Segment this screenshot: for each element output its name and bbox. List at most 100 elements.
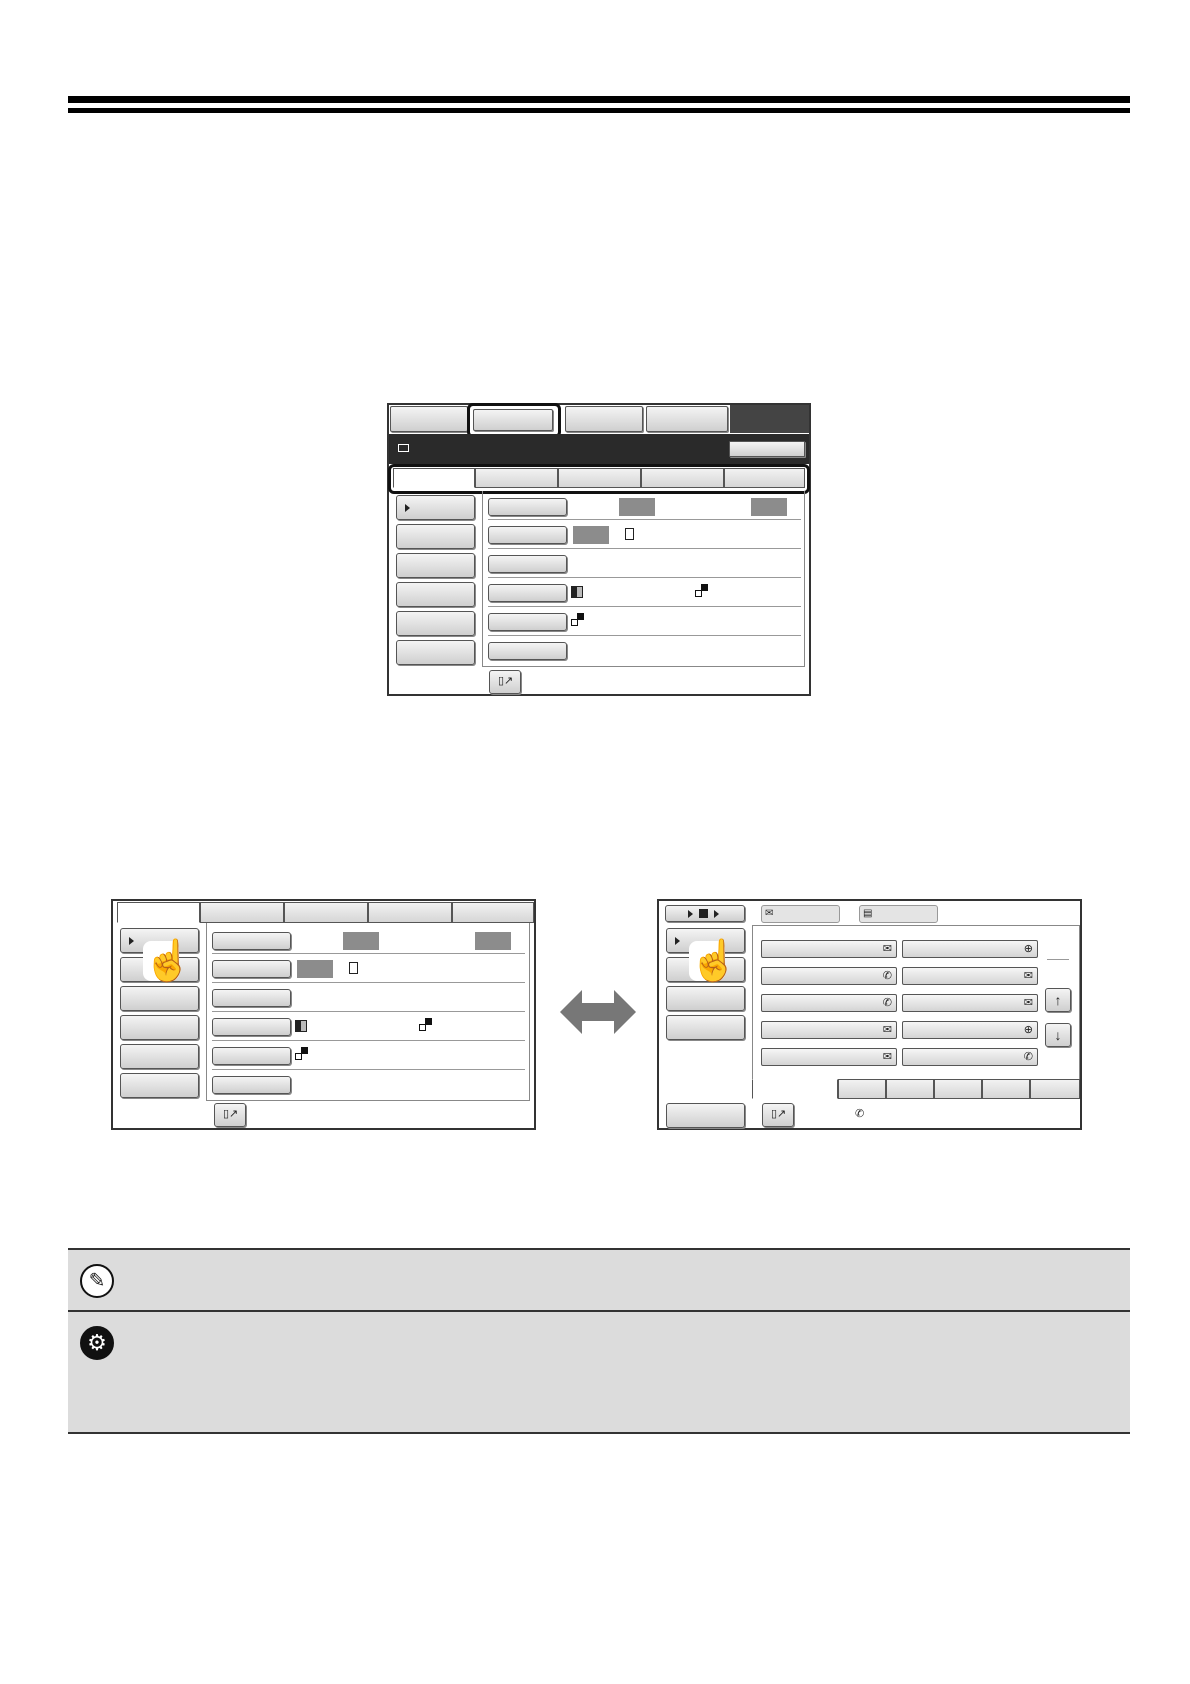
subtab-internet-fax[interactable] xyxy=(200,902,284,923)
scroll-up-button[interactable]: ↑ xyxy=(1045,988,1071,1012)
document-icon xyxy=(349,962,358,974)
index-tab-3[interactable] xyxy=(886,1079,934,1099)
setting-button-6[interactable] xyxy=(488,642,567,660)
address-key-email[interactable]: ✉ xyxy=(761,1048,897,1066)
title-bar xyxy=(389,434,809,464)
setting-value-2 xyxy=(297,960,333,978)
setting-value-1a xyxy=(619,498,655,516)
left-bottom-button[interactable] xyxy=(666,1103,745,1128)
left-button-5[interactable] xyxy=(120,1044,199,1069)
mode-tab-document-filing[interactable] xyxy=(565,406,643,432)
left-button-3[interactable] xyxy=(666,986,745,1011)
left-button-4[interactable] xyxy=(396,582,475,607)
setting-button-1[interactable] xyxy=(488,498,567,516)
index-tab-6[interactable] xyxy=(1030,1079,1080,1099)
title-bar-mail-icon xyxy=(398,444,409,452)
setting-button-4[interactable] xyxy=(488,584,567,602)
setting-button-2[interactable] xyxy=(488,526,567,544)
bw-mode-icon xyxy=(295,1047,309,1061)
page-indicator-line xyxy=(1047,959,1069,960)
setting-button-4[interactable] xyxy=(212,1018,291,1036)
setting-button-3[interactable] xyxy=(212,989,291,1007)
header-rule-thick xyxy=(68,96,1130,103)
document-icon xyxy=(625,528,634,540)
phone-icon: ✆ xyxy=(882,997,892,1009)
address-key-email[interactable]: ✉ xyxy=(902,967,1038,985)
bw-mode-icon xyxy=(419,1018,433,1032)
highlight-subtabs xyxy=(388,464,810,494)
mode-tab-job-status[interactable] xyxy=(646,406,728,432)
left-button-2[interactable] xyxy=(396,524,475,549)
row-divider xyxy=(488,635,801,636)
scroll-down-button[interactable]: ↓ xyxy=(1045,1023,1071,1047)
address-book-panel: ✉ ▤ ☝ ✉ ⊕ ✆ ✉ ✆ ✉ ✉ ⊕ ✉ ✆ ↑ ↓ ▯↗ ✆ xyxy=(657,899,1082,1130)
setting-button-6[interactable] xyxy=(212,1076,291,1094)
setting-button-5[interactable] xyxy=(488,613,567,631)
setting-button-5[interactable] xyxy=(212,1047,291,1065)
subtab-fax[interactable] xyxy=(284,902,368,923)
subtab-scan[interactable] xyxy=(117,902,200,923)
row-divider xyxy=(212,1011,525,1012)
index-tab-5[interactable] xyxy=(982,1079,1030,1099)
address-book-shortcut-button[interactable]: ▯↗ xyxy=(762,1103,794,1127)
envelope-icon: ✉ xyxy=(882,943,892,955)
subtab-usb[interactable] xyxy=(368,902,452,923)
book-icon: ▯↗ xyxy=(223,1108,239,1120)
up-arrow-icon: ↑ xyxy=(1054,992,1062,1008)
address-book-shortcut-button[interactable]: ▯↗ xyxy=(489,670,521,694)
gear-icon: ⚙ xyxy=(80,1326,114,1360)
left-button-1[interactable] xyxy=(396,495,475,520)
system-settings-section: ⚙ xyxy=(68,1312,1130,1434)
address-key-ftp[interactable]: ⊕ xyxy=(902,940,1038,958)
title-bar-button[interactable] xyxy=(729,441,805,457)
toggle-square-icon xyxy=(699,909,708,918)
base-screen-panel-left: ☝ ▯↗ xyxy=(111,899,536,1130)
phone-icon: ✆ xyxy=(1023,1051,1033,1063)
left-button-3[interactable] xyxy=(396,553,475,578)
search-mode-button-2[interactable]: ▤ xyxy=(859,905,938,923)
left-button-5[interactable] xyxy=(396,611,475,636)
hand-pointer-icon: ☝ xyxy=(689,939,739,983)
setting-button-3[interactable] xyxy=(488,555,567,573)
selected-arrow-icon xyxy=(129,937,134,945)
row-divider xyxy=(488,519,801,520)
left-button-4[interactable] xyxy=(666,1015,745,1040)
envelope-icon: ✉ xyxy=(1023,997,1033,1009)
settings-area xyxy=(482,491,805,667)
index-tab-2[interactable] xyxy=(838,1079,886,1099)
search-mode-button-1[interactable]: ✉ xyxy=(761,905,840,923)
address-key-fax[interactable]: ✆ xyxy=(761,967,897,985)
subtab-pc-scan[interactable] xyxy=(452,902,534,923)
display-toggle-button[interactable] xyxy=(665,905,745,922)
left-button-4[interactable] xyxy=(120,1015,199,1040)
envelope-icon: ✉ xyxy=(1023,970,1033,982)
book-icon: ▯↗ xyxy=(498,675,514,687)
address-key-email[interactable]: ✉ xyxy=(761,1021,897,1039)
row-divider xyxy=(212,953,525,954)
index-tab-1[interactable] xyxy=(752,1079,838,1099)
double-arrow-icon xyxy=(560,990,636,1034)
address-key-email[interactable]: ✉ xyxy=(902,994,1038,1012)
setting-value-2 xyxy=(573,526,609,544)
address-list-area: ✉ ⊕ ✆ ✉ ✆ ✉ ✉ ⊕ ✉ ✆ ↑ ↓ xyxy=(752,925,1080,1080)
address-key-fax[interactable]: ✆ xyxy=(761,994,897,1012)
address-book-shortcut-button[interactable]: ▯↗ xyxy=(214,1103,246,1127)
row-divider xyxy=(212,1040,525,1041)
index-tab-4[interactable] xyxy=(934,1079,982,1099)
envelope-icon: ✉ xyxy=(882,1051,892,1063)
address-key-email[interactable]: ✉ xyxy=(761,940,897,958)
bw-mode-icon xyxy=(571,613,585,627)
note-section: ✎ xyxy=(68,1248,1130,1312)
pencil-icon: ✎ xyxy=(80,1264,114,1298)
left-button-3[interactable] xyxy=(120,986,199,1011)
left-button-6[interactable] xyxy=(120,1073,199,1098)
mode-tab-copy[interactable] xyxy=(390,406,468,432)
setting-value-1a xyxy=(343,932,379,950)
setting-button-1[interactable] xyxy=(212,932,291,950)
address-key-ftp[interactable]: ⊕ xyxy=(902,1021,1038,1039)
hand-pointer-icon: ☝ xyxy=(143,939,193,983)
setting-button-2[interactable] xyxy=(212,960,291,978)
selected-arrow-icon xyxy=(405,504,410,512)
address-key-fax[interactable]: ✆ xyxy=(902,1048,1038,1066)
left-button-6[interactable] xyxy=(396,640,475,665)
